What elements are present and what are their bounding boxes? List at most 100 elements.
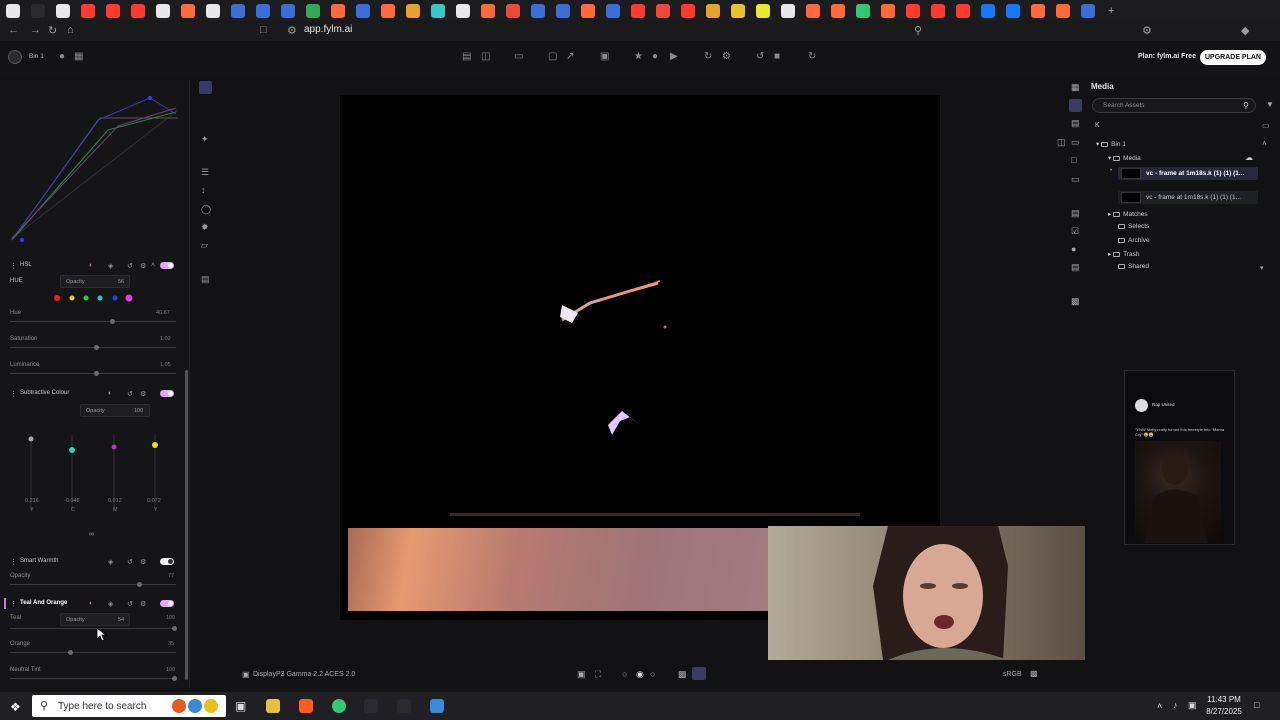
subtractive-colour-wheels[interactable] [20,430,170,520]
drag-handle-icon[interactable]: ⋮ [10,600,17,608]
scopes-icon[interactable] [692,667,706,680]
browser-tab-favicon[interactable] [780,3,795,18]
check-icon[interactable]: ☑ [1071,226,1079,237]
browser-tab-favicon[interactable] [905,3,920,18]
affinity-icon[interactable] [397,699,411,713]
drag-handle-icon[interactable]: ⋮ [10,390,17,398]
sub-value-1[interactable]: 0.216 [25,498,39,504]
browser-tab-favicon[interactable] [680,3,695,18]
mask-icon[interactable]: ◐ [89,600,93,607]
folder-icon[interactable]: ▭ [514,51,523,62]
settings-icon[interactable]: ⚙ [140,262,146,270]
teal-slider[interactable] [10,626,177,631]
home-icon[interactable]: ⌂ [67,24,74,36]
browser-tab-favicon[interactable] [805,3,820,18]
search-icon[interactable]: ⚲ [1243,101,1249,110]
refresh-icon[interactable]: ↻ [808,51,816,62]
browser-tab-favicon[interactable] [105,3,120,18]
app-icon[interactable] [430,699,444,713]
sub-value-4[interactable]: 0.072 [147,498,161,504]
browser-tab-favicon[interactable] [5,3,20,18]
settings-icon[interactable]: ⚙ [140,390,146,398]
timeline-icon[interactable]: ▭ [1071,137,1080,148]
dot-icon[interactable]: ● [652,51,658,62]
orange-value[interactable]: 35 [168,641,174,647]
browser-tab-favicon[interactable] [730,3,745,18]
sub-value-2[interactable]: -0.048 [64,498,80,504]
panel-scrollbar[interactable] [185,370,188,680]
apps-grid-icon[interactable]: ▦ [1071,82,1080,93]
url-text[interactable]: app.fylm.ai [304,24,352,35]
monitor-icon[interactable]: ▩ [1030,669,1038,678]
back-icon[interactable]: ← [8,24,19,36]
grid-icon[interactable]: ▦ [74,51,83,62]
browser-tab-favicon[interactable] [455,3,470,18]
media-tab-icon[interactable] [1069,99,1082,112]
browser-tab-favicon[interactable] [255,3,270,18]
reset-icon[interactable]: ↺ [127,262,133,270]
browser-tab-favicon[interactable] [880,3,895,18]
browser-tab-favicon[interactable] [855,3,870,18]
sliders-icon[interactable]: ☰ [201,167,209,178]
browser-tab-favicon[interactable] [330,3,345,18]
reset-icon[interactable]: ↺ [127,600,133,608]
browser-tab-favicon[interactable] [580,3,595,18]
circle-icon[interactable]: ○ [622,669,627,679]
luminance-value[interactable]: 1.05 [160,362,171,368]
tree-folder-shared[interactable]: Shared [1118,263,1149,270]
warmth-opacity-value[interactable]: 77 [168,573,174,579]
hsl-opacity-popover[interactable]: Opacity 56 [60,275,130,288]
cube-icon[interactable]: ▱ [201,240,208,251]
browser-tab-favicon[interactable] [55,3,70,18]
windows-start-icon[interactable]: ❖ [10,700,21,714]
browser-tab-favicon[interactable] [1030,3,1045,18]
subtractive-opacity-popover[interactable]: Opacity 100 [80,404,150,417]
browser-tab-favicon[interactable] [230,3,245,18]
tree-folder-trash[interactable]: ▸ Trash [1108,250,1139,258]
saturation-slider[interactable] [10,345,176,350]
adjust-tool-icon[interactable] [199,81,212,94]
brave-browser-icon[interactable] [299,699,313,713]
browser-tab-favicon[interactable] [480,3,495,18]
browser-tab-favicon[interactable] [555,3,570,18]
hsl-color-swatches[interactable] [50,293,140,303]
subtractive-toggle[interactable] [160,390,174,397]
tag-icon[interactable]: ▶ [670,51,678,62]
layers-icon[interactable]: ▤ [1071,118,1080,129]
upgrade-plan-button[interactable]: UPGRADE PLAN [1200,50,1266,65]
settings-icon[interactable]: ⚙ [722,51,731,62]
undo-icon[interactable]: ↺ [756,51,764,62]
browser-tab-favicon[interactable] [530,3,545,18]
share-icon[interactable]: ↗ [566,51,574,62]
bell-icon[interactable]: ● [59,51,65,62]
layers-stack-icon[interactable]: ▤ [201,274,210,285]
network-icon[interactable]: ▣ [1188,700,1197,711]
browser-tab-favicon[interactable] [955,3,970,18]
document-icon[interactable]: ▤ [1071,262,1080,273]
link-icon[interactable]: ∞ [89,531,94,538]
warmth-opacity-slider[interactable] [10,582,176,587]
crop-icon[interactable]: ▢ [548,51,557,62]
circle-dim-icon[interactable]: ○ [650,669,655,679]
browser-tab-favicon[interactable] [355,3,370,18]
storage-icon[interactable]: ▩ [1071,296,1080,307]
browser-tab-favicon[interactable] [405,3,420,18]
teal-orange-opacity-popover[interactable]: Opacity 54 [60,613,130,626]
shield-icon[interactable]: ◆ [1241,24,1249,37]
fit-icon[interactable]: ⛶ [595,669,601,680]
layers-icon[interactable]: ◈ [108,558,113,566]
saturation-value[interactable]: 1.02 [160,336,171,342]
compare-icon[interactable]: ◫ [1057,137,1066,148]
luminance-slider[interactable] [10,371,176,376]
browser-tab-favicon[interactable] [1005,3,1020,18]
reset-icon[interactable]: ↺ [127,390,133,398]
bookmark-icon[interactable]: □ [260,24,267,36]
browser-tab-favicon[interactable] [755,3,770,18]
new-folder-icon[interactable]: ▭ [1262,121,1270,130]
copy-icon[interactable]: ▭ [1071,174,1080,185]
extensions-icon[interactable]: ⚙ [1142,24,1152,37]
notifications-icon[interactable]: □ [1254,700,1259,710]
reload-icon[interactable]: ↻ [48,24,57,37]
browser-tab-favicon[interactable] [1055,3,1070,18]
expand-icon[interactable]: ▾ [1260,264,1264,272]
